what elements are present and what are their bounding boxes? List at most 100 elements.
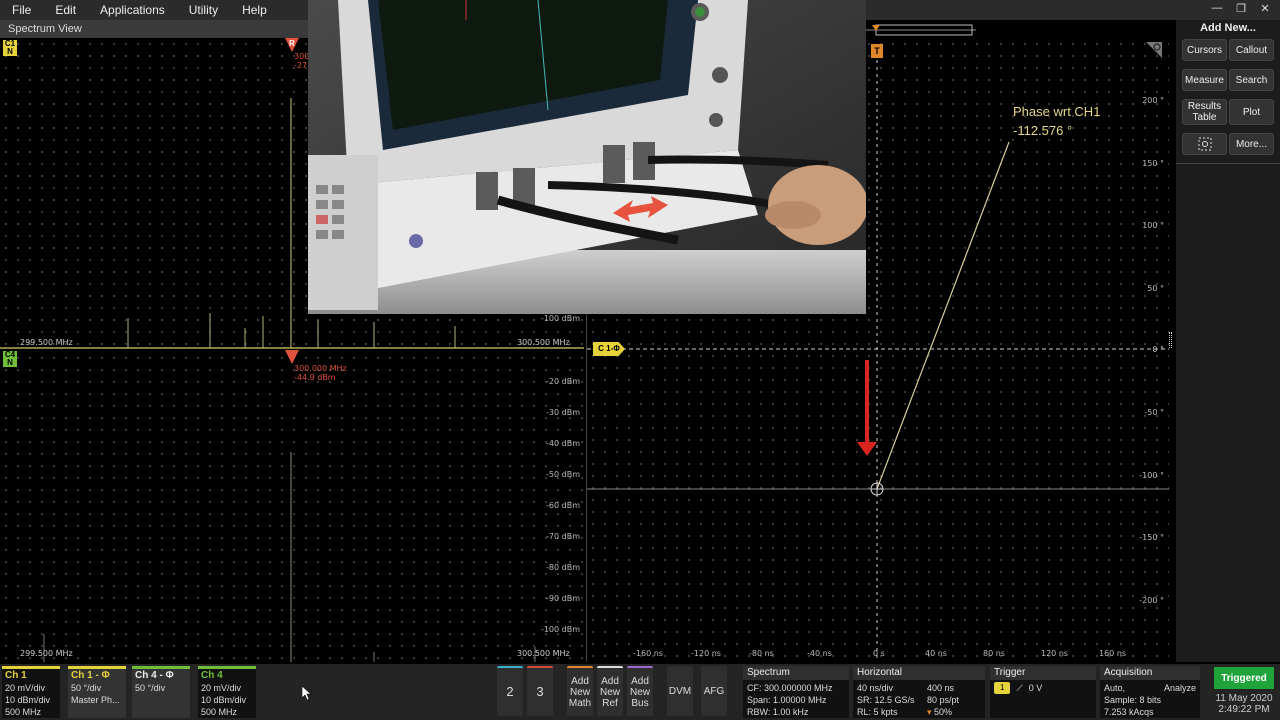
top-db-label: -100 dBm — [540, 314, 580, 323]
deg-label-50: 50 ° — [1147, 284, 1164, 293]
plot-button[interactable]: Plot — [1229, 99, 1274, 125]
close-icon[interactable]: ✕ — [1258, 2, 1272, 15]
channel-line3: 500 MHz — [5, 707, 42, 717]
date-label: 11 May 2020 — [1215, 693, 1273, 704]
ref-2-label: 2 — [506, 684, 514, 699]
channel-name: Ch 1 - Φ — [71, 670, 110, 681]
sample-rate: SR: 12.5 GS/s — [857, 695, 915, 705]
callout-button[interactable]: Callout — [1229, 39, 1274, 61]
time-label-0: 0 s — [873, 649, 885, 658]
dvm-button[interactable]: DVM — [667, 666, 693, 716]
channel-name: Ch 4 — [201, 670, 223, 681]
restore-icon[interactable]: ❐ — [1234, 2, 1248, 15]
spectrum-box-title: Spectrum — [743, 666, 849, 680]
record-length: RL: 5 kpts — [857, 707, 898, 717]
horizontal-scale: 40 ns/div — [857, 683, 894, 693]
window-controls: — ❐ ✕ — [1210, 2, 1272, 15]
channel-line1: 50 °/div — [135, 683, 166, 693]
horizontal-settings-box[interactable]: Horizontal 40 ns/div 400 ns SR: 12.5 GS/… — [853, 666, 985, 718]
acquisition-settings-box[interactable]: Acquisition Auto, Analyze Sample: 8 bits… — [1100, 666, 1200, 718]
add-new-math-button[interactable]: Add New Math — [567, 666, 593, 716]
time-label-160: 160 ns — [1099, 649, 1127, 658]
channel-4-badge[interactable]: Ch 4 20 mV/div 10 dBm/div 500 MHz — [198, 666, 256, 718]
time-label-n120: -120 ns — [691, 649, 721, 658]
spectrum-settings-box[interactable]: Spectrum CF: 300.000000 MHz Span: 1.0000… — [743, 666, 849, 718]
acquisition-box-title: Acquisition — [1100, 666, 1200, 680]
acquisition-count: 7.253 kAcqs — [1104, 707, 1154, 717]
deg-label-0: 0 ° — [1152, 345, 1164, 354]
channel-1-phase-badge[interactable]: Ch 1 - Φ 50 °/div Master Ph... — [68, 666, 126, 718]
add-new-ref-button[interactable]: Add New Ref — [597, 666, 623, 716]
db-label-90: -90 dBm — [546, 594, 580, 603]
channel-line1: 50 °/div — [71, 683, 102, 693]
time-label-120: 120 ns — [1041, 649, 1069, 658]
zoom-select-icon[interactable] — [1182, 133, 1227, 155]
trigger-settings-box[interactable]: Trigger 1 ⟋ 0 V — [990, 666, 1096, 718]
deg-label-n50: -50 ° — [1144, 408, 1164, 417]
settings-bar: Ch 1 20 mV/div 10 dBm/div 500 MHz Ch 1 -… — [0, 664, 1280, 720]
phase-readout-title: Phase wrt CH1 — [1013, 104, 1101, 119]
measure-button[interactable]: Measure — [1182, 69, 1227, 91]
channel-line1: 20 mV/div — [5, 683, 46, 693]
deg-label-n200: -200 ° — [1139, 596, 1164, 605]
channel-line2: 10 dBm/div — [5, 695, 51, 705]
oscilloscope-photo — [308, 0, 866, 314]
ref-2-button[interactable]: 2 — [497, 666, 523, 716]
spectrum-cf: CF: 300.000000 MHz — [747, 683, 833, 693]
time-label-40: 40 ns — [925, 649, 947, 658]
channel-4-phase-badge[interactable]: Ch 4 - Φ 50 °/div — [132, 666, 190, 718]
menu-edit[interactable]: Edit — [43, 3, 88, 17]
position-icon: ▾ — [927, 707, 935, 717]
db-label-60: -60 dBm — [546, 501, 580, 510]
sidebar-handle[interactable] — [1169, 332, 1172, 348]
top-freq-end: 300.500 MHz — [517, 338, 570, 347]
db-label-80: -80 dBm — [546, 563, 580, 572]
record-view-strip[interactable] — [866, 22, 1166, 38]
spectrum-bottom-trace — [43, 452, 536, 662]
menu-help[interactable]: Help — [230, 3, 279, 17]
channel-1-badge[interactable]: Ch 1 20 mV/div 10 dBm/div 500 MHz — [2, 666, 60, 718]
channel-line2: 10 dBm/div — [201, 695, 247, 705]
deg-label-n150: -150 ° — [1139, 533, 1164, 542]
channel-line3: 500 MHz — [201, 707, 238, 717]
trigger-position: ▾ 50% — [927, 706, 981, 718]
db-label-30: -30 dBm — [546, 408, 580, 417]
cursors-button[interactable]: Cursors — [1182, 39, 1227, 61]
bottom-freq-start: 299.500 MHz — [20, 649, 73, 658]
acquisition-sample: Sample: 8 bits — [1104, 695, 1162, 705]
horizontal-box-title: Horizontal — [853, 666, 985, 680]
channel-name: Ch 1 — [5, 670, 27, 681]
time-label: 2:49:22 PM — [1218, 704, 1270, 715]
deg-label-n100: -100 ° — [1139, 471, 1164, 480]
zoom-icon[interactable] — [1146, 42, 1162, 58]
db-label-70: -70 dBm — [546, 532, 580, 541]
minimize-icon[interactable]: — — [1210, 2, 1224, 15]
triggered-status-button[interactable]: Triggered — [1214, 667, 1274, 689]
phase-readout-callout[interactable]: Phase wrt CH1 -112.576 ° — [1013, 102, 1100, 140]
results-table-button[interactable]: Results Table — [1182, 99, 1227, 125]
more-button[interactable]: More... — [1229, 133, 1274, 155]
afg-button[interactable]: AFG — [701, 666, 727, 716]
ref-3-button[interactable]: 3 — [527, 666, 553, 716]
trigger-position-badge[interactable]: T — [871, 44, 883, 58]
spectrum-span: Span: 1.00000 MHz — [747, 695, 827, 705]
add-new-bus-button[interactable]: Add New Bus — [627, 666, 653, 716]
horizontal-record-time: 400 ns — [927, 683, 955, 693]
horizontal-row-3: RL: 5 kpts ▾ 50% — [857, 706, 981, 718]
menu-applications[interactable]: Applications — [88, 3, 177, 17]
ref-3-label: 3 — [536, 684, 544, 699]
trigger-level: 0 V — [1028, 683, 1043, 693]
time-label-n40: -40 ns — [807, 649, 832, 658]
deg-label-100: 100 ° — [1142, 221, 1164, 230]
horizontal-row-1: 40 ns/div 400 ns — [857, 682, 981, 694]
trigger-source-badge: 1 — [994, 682, 1011, 694]
sidebar-title: Add New... — [1200, 22, 1256, 34]
date-time-readout: 11 May 2020 2:49:22 PM — [1212, 693, 1276, 715]
search-button[interactable]: Search — [1229, 69, 1274, 91]
horizontal-row-2: SR: 12.5 GS/s 80 ps/pt — [857, 694, 981, 706]
ref-badge[interactable]: C 1-Φ — [593, 342, 625, 356]
analyze-label: Analyze — [1163, 683, 1196, 693]
menu-utility[interactable]: Utility — [177, 3, 230, 17]
menu-file[interactable]: File — [0, 3, 43, 17]
top-freq-start: 299.500 MHz — [20, 338, 73, 347]
